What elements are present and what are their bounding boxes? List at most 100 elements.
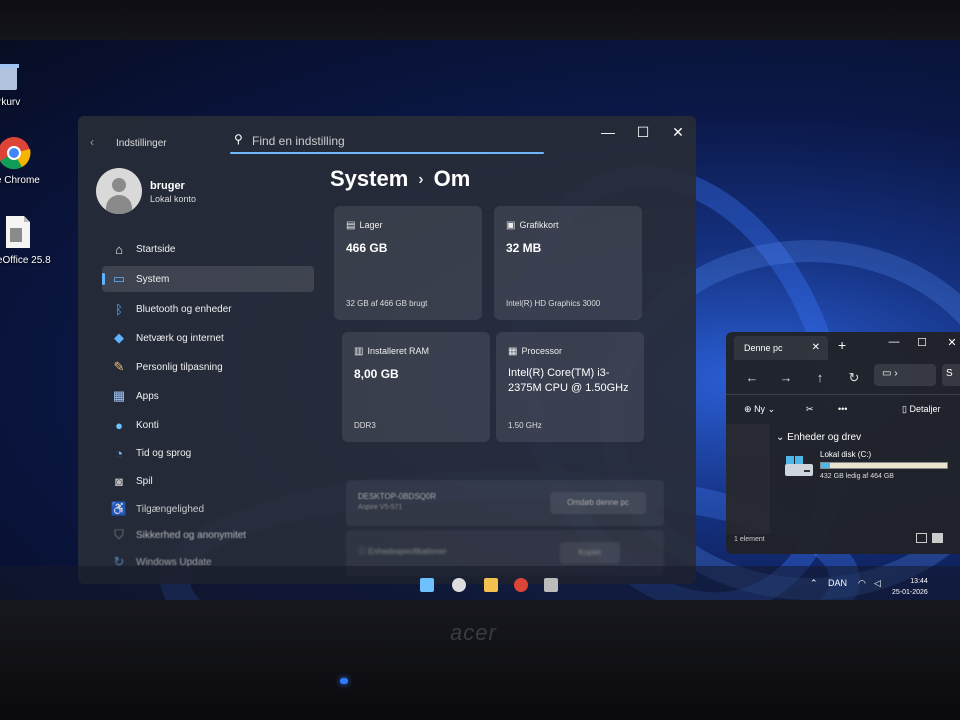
back-arrow-icon[interactable]: ‹ xyxy=(90,135,94,149)
avatar[interactable] xyxy=(96,168,142,214)
chevron-down-icon: ⌄ xyxy=(767,404,776,414)
monitor-bottom-bezel: acer xyxy=(0,600,960,720)
clock[interactable]: 13:44 25-01-2026 xyxy=(892,576,928,598)
avatar-body xyxy=(106,195,132,214)
chevron-up-icon[interactable]: ⌃ xyxy=(810,578,818,589)
sidebar-item-label: Tilgængelighed xyxy=(136,503,205,515)
storage-card[interactable]: ▤ Lager 466 GB 32 GB af 466 GB brugt xyxy=(334,206,482,320)
maximize-button[interactable]: ☐ xyxy=(633,124,653,141)
sidebar-item-personalization[interactable]: ✎ Personlig tilpasning xyxy=(102,354,314,380)
rename-pc-button[interactable]: Omdøb denne pc xyxy=(550,492,646,514)
minimize-button[interactable]: — xyxy=(598,124,618,140)
sidebar-item-label: Sikkerhed og anonymitet xyxy=(136,529,247,541)
navigation-pane[interactable] xyxy=(726,424,770,534)
chrome-icon[interactable] xyxy=(514,578,528,592)
libreoffice-icon xyxy=(6,216,30,248)
ram-card[interactable]: ▥ Installeret RAM 8,00 GB DDR3 xyxy=(342,332,490,442)
explorer-search[interactable]: S xyxy=(942,364,960,386)
settings-gear-icon[interactable] xyxy=(544,578,558,592)
forward-arrow-icon[interactable]: → xyxy=(778,370,794,385)
brush-icon: ✎ xyxy=(113,359,125,374)
new-button[interactable]: ⊕ Ny ⌄ xyxy=(744,404,775,415)
sidebar-item-label: Bluetooth og enheder xyxy=(136,303,232,315)
shield-icon: ⛉ xyxy=(114,527,124,542)
address-bar[interactable]: ▭ › xyxy=(874,364,936,386)
sidebar-item-time-language[interactable]: ◔ Tid og sprog xyxy=(102,440,314,466)
file-explorer-window: Denne pc ✕ + — ☐ ✕ ← → ↑ ↻ ▭ › S ⊕ Ny ⌄ … xyxy=(726,332,960,554)
search-input[interactable] xyxy=(252,131,532,151)
tab-denne-pc[interactable]: Denne pc ✕ xyxy=(734,336,828,360)
device-name-panel: DESKTOP-0BDSQ0R Aspire V5-571 Omdøb denn… xyxy=(346,480,664,526)
toolbar-divider xyxy=(726,394,960,395)
card-subtext: 1.50 GHz xyxy=(508,421,542,430)
sidebar-item-bluetooth[interactable]: ᛒ Bluetooth og enheder xyxy=(102,296,314,322)
card-title: ▥ Installeret RAM xyxy=(354,346,429,357)
sidebar-item-privacy[interactable]: ⛉ Sikkerhed og anonymitet xyxy=(102,522,314,548)
processor-card[interactable]: ▦ Processor Intel(R) Core(TM) i3-2375M CP… xyxy=(496,332,644,442)
wifi-icon: ◆ xyxy=(114,330,124,345)
file-explorer-icon[interactable] xyxy=(484,578,498,592)
desktop-icon-chrome[interactable]: gle Chrome xyxy=(0,136,44,186)
monitor-icon: ▭ xyxy=(112,271,126,286)
more-icon[interactable]: ••• xyxy=(838,404,847,414)
sidebar-item-network[interactable]: ◆ Netværk og internet xyxy=(102,325,314,351)
ram-icon: ▥ xyxy=(354,346,364,357)
card-value: Intel(R) Core(TM) i3-2375M CPU @ 1.50GHz xyxy=(508,367,629,394)
details-pane-icon: ▯ xyxy=(902,404,907,414)
apps-icon: ▦ xyxy=(112,388,126,403)
drive-free-text: 432 GB ledig af 464 GB xyxy=(820,473,894,480)
cut-icon[interactable]: ✂ xyxy=(806,404,814,415)
drive-usage-fill xyxy=(821,463,830,468)
close-button[interactable]: ✕ xyxy=(668,124,688,141)
details-view-icon[interactable] xyxy=(916,533,927,543)
cpu-icon: ▦ xyxy=(508,346,518,357)
drive-icon xyxy=(785,456,813,476)
drive-usage-bar xyxy=(820,462,948,469)
start-icon[interactable] xyxy=(420,578,434,592)
sidebar-item-system[interactable]: ▭ System xyxy=(102,266,314,292)
sidebar-item-accounts[interactable]: ● Konti xyxy=(102,412,314,438)
account-type: Lokal konto xyxy=(150,194,197,204)
search-icon: ⚲ xyxy=(234,132,243,146)
back-arrow-icon[interactable]: ← xyxy=(744,370,760,385)
breadcrumb: System › Om xyxy=(330,166,470,192)
sidebar-item-label: Tid og sprog xyxy=(136,447,192,459)
card-subtext: 32 GB af 466 GB brugt xyxy=(346,299,428,308)
devices-section-header[interactable]: ⌄ Enheder og drev xyxy=(776,432,861,443)
close-button[interactable]: ✕ xyxy=(944,336,960,349)
gpu-icon: ▣ xyxy=(506,220,516,231)
new-tab-button[interactable]: + xyxy=(838,337,846,353)
card-title: ▦ Processor xyxy=(508,346,562,357)
desktop-icon-libreoffice[interactable]: breOffice 25.8 xyxy=(0,214,51,266)
gamepad-icon: ◙ xyxy=(115,473,123,489)
refresh-icon[interactable]: ↻ xyxy=(846,370,862,386)
sidebar-item-label: Netværk og internet xyxy=(136,332,224,344)
copy-button[interactable]: Kopiér xyxy=(560,542,620,564)
card-value: 8,00 GB xyxy=(354,367,399,381)
sidebar-item-apps[interactable]: ▦ Apps xyxy=(102,383,314,409)
drive-name[interactable]: Lokal disk (C:) xyxy=(820,450,871,459)
breadcrumb-current: Om xyxy=(433,166,471,191)
tiles-view-icon[interactable] xyxy=(932,533,943,543)
details-button[interactable]: ▯ Detaljer xyxy=(902,404,940,415)
close-tab-icon[interactable]: ✕ xyxy=(812,342,820,353)
up-arrow-icon[interactable]: ↑ xyxy=(812,370,828,385)
wifi-icon[interactable]: ◠ xyxy=(858,578,866,589)
clock-date: 25-01-2026 xyxy=(892,589,928,596)
minimize-button[interactable]: — xyxy=(886,336,902,348)
breadcrumb-parent[interactable]: System xyxy=(330,166,408,191)
card-subtext: Intel(R) HD Graphics 3000 xyxy=(506,299,601,308)
desktop-icon-recycle-bin[interactable]: irkurv xyxy=(0,62,38,108)
language-indicator[interactable]: DAN xyxy=(828,578,847,588)
new-button-label: Ny xyxy=(754,404,766,414)
sidebar-item-accessibility[interactable]: ♿ Tilgængelighed xyxy=(102,496,314,522)
sidebar-item-gaming[interactable]: ◙ Spil xyxy=(102,468,314,494)
search-icon[interactable] xyxy=(452,578,466,592)
power-led xyxy=(340,678,348,684)
sidebar-item-startside[interactable]: ⌂ Startside xyxy=(102,236,314,262)
maximize-button[interactable]: ☐ xyxy=(914,336,930,349)
gpu-card[interactable]: ▣ Grafikkort 32 MB Intel(R) HD Graphics 3… xyxy=(494,206,642,320)
person-icon: ● xyxy=(115,417,123,433)
volume-icon[interactable]: ◁ xyxy=(874,578,881,589)
sidebar-item-label: System xyxy=(136,273,170,285)
